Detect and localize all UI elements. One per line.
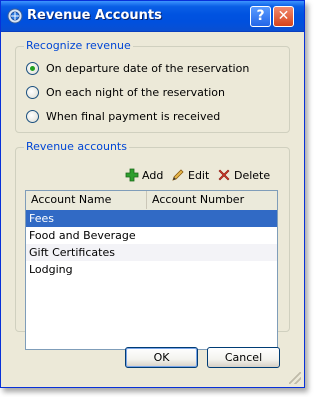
list-item[interactable]: Fees [26,210,277,227]
recognize-revenue-title: Recognize revenue [24,39,133,52]
add-button[interactable]: Add [125,167,163,183]
recognize-revenue-group: Recognize revenue On departure date of t… [15,39,290,133]
gear-globe-icon [7,8,23,24]
radio-each-night[interactable]: On each night of the reservation [26,84,225,100]
revenue-accounts-title: Revenue accounts [24,140,129,153]
radio-button[interactable] [26,85,39,99]
revenue-accounts-group: Revenue accounts Add Edit Delete Account… [15,140,290,350]
title-bar[interactable]: Revenue Accounts ? ✕ [1,1,304,32]
radio-button-checked[interactable] [26,61,39,75]
add-label: Add [142,168,164,182]
radio-label: On each night of the reservation [46,85,225,99]
window-title: Revenue Accounts [27,8,162,23]
radio-label: On departure date of the reservation [46,61,250,75]
radio-final-payment[interactable]: When final payment is received [26,108,220,124]
help-button[interactable]: ? [250,6,271,27]
list-header: Account Name Account Number [26,191,277,211]
list-item[interactable]: Lodging [26,261,277,278]
column-header-account-number[interactable]: Account Number [147,191,277,209]
revenue-accounts-dialog: Revenue Accounts ? ✕ Recognize revenue O… [0,0,305,388]
column-header-account-name[interactable]: Account Name [26,191,147,209]
radio-label: When final payment is received [46,109,221,123]
close-button[interactable]: ✕ [273,6,294,27]
delete-label: Delete [234,168,271,182]
pencil-icon [172,169,184,181]
edit-label: Edit [188,168,210,182]
radio-button[interactable] [26,109,39,123]
red-x-icon [218,169,230,181]
edit-button[interactable]: Edit [171,167,209,183]
accounts-list[interactable]: Account Name Account Number Fees Food an… [25,190,278,350]
list-item[interactable]: Gift Certificates [26,244,277,261]
delete-button[interactable]: Delete [217,167,270,183]
radio-departure-date[interactable]: On departure date of the reservation [26,60,249,76]
resize-grip[interactable] [289,372,301,384]
plus-icon [125,168,139,182]
ok-button[interactable]: OK [125,347,198,368]
cancel-button[interactable]: Cancel [207,347,280,368]
list-item[interactable]: Food and Beverage [26,227,277,244]
